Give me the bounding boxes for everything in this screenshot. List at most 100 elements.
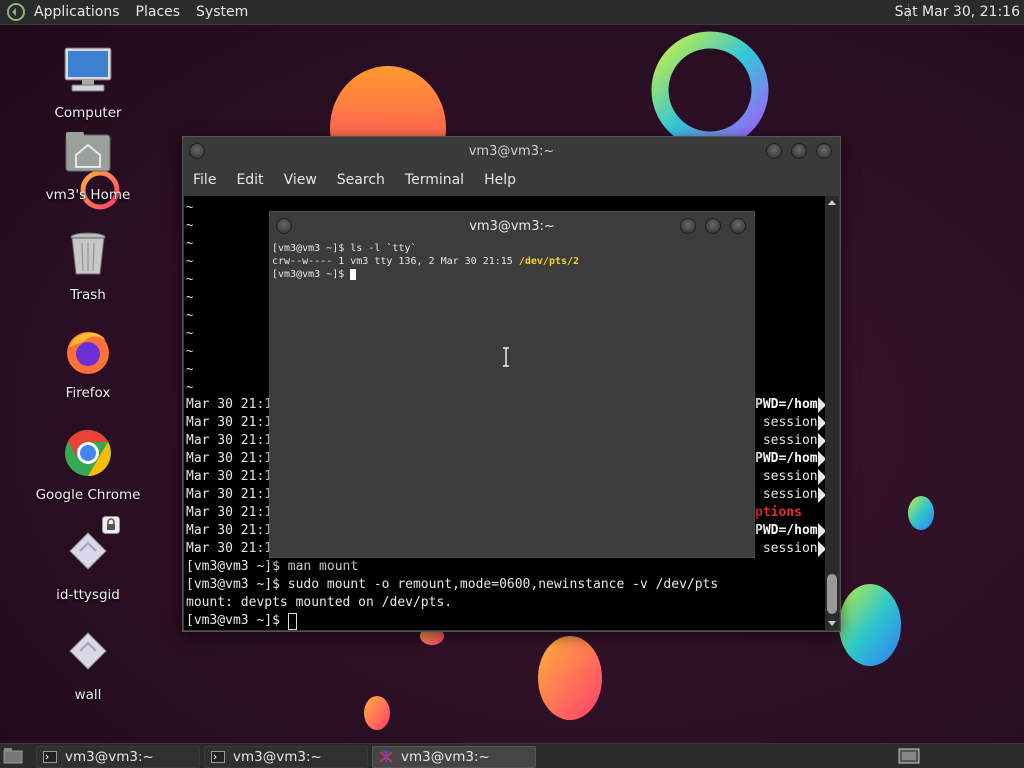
taskbar-item-label: vm3@vm3:~	[233, 749, 322, 765]
log-row-timestamp: Mar 30 21:1	[186, 487, 273, 502]
taskbar-item[interactable]: vm3@vm3:~	[36, 746, 200, 768]
log-row-tail: session	[755, 487, 818, 502]
orange-blob	[538, 636, 602, 720]
shell-area: [vm3@vm3 ~]$ man mount [vm3@vm3 ~]$ sudo…	[186, 558, 718, 630]
maximize-button[interactable]	[791, 143, 807, 159]
lock-icon	[102, 516, 120, 534]
log-row-timestamp: Mar 30 21:1	[186, 505, 273, 520]
bottom-panel: vm3@vm3:~ vm3@vm3:~ vm3@vm3:~	[0, 743, 1024, 768]
desktop-icon-label: wall	[74, 687, 102, 703]
top-panel: Applications Places System Sat Mar 30, 2…	[0, 0, 1024, 25]
desktop-icon-label: vm3's Home	[45, 187, 131, 203]
vim-tilde-row: ~	[186, 200, 194, 214]
green-blue-blob	[839, 584, 901, 666]
home-folder-icon	[65, 132, 111, 172]
text-cursor-icon	[503, 347, 509, 367]
vim-tilde-row: ~	[186, 290, 194, 304]
desktop-icon-label: Computer	[54, 105, 122, 121]
clock[interactable]: Sat Mar 30, 21:16	[895, 4, 1020, 20]
front-terminal-window[interactable]: vm3@vm3:~ [vm3@vm3 ~]$ ls -l `tty` crw--…	[269, 211, 755, 558]
log-row-timestamp: Mar 30 21:1	[186, 469, 273, 484]
desktop-icon-computer[interactable]: Computer	[28, 45, 148, 121]
window-titlebar[interactable]: vm3@vm3:~	[270, 212, 754, 240]
close-button[interactable]	[816, 143, 832, 159]
show-desktop-icon[interactable]	[3, 747, 23, 765]
log-row-timestamp: Mar 30 21:1	[186, 433, 273, 448]
desktop-icon-label: Trash	[70, 287, 106, 303]
trash-icon	[70, 232, 106, 275]
window-menu-button[interactable]	[276, 218, 292, 234]
vim-tilde-row: ~	[186, 272, 194, 286]
log-row-timestamp: Mar 30 21:1	[186, 415, 273, 430]
desktop-icon-wall[interactable]: wall	[28, 627, 148, 703]
desktop-icon-trash[interactable]: Trash	[28, 227, 148, 303]
log-row-tail: PWD=/hom	[755, 397, 818, 412]
log-row-tail: session	[755, 469, 818, 484]
menu-terminal[interactable]: Terminal	[395, 172, 474, 188]
vim-tilde-row: ~	[186, 308, 194, 322]
computer-icon	[64, 47, 112, 92]
vim-tilde-row: ~	[186, 344, 194, 358]
device-path: /dev/pts/2	[518, 256, 580, 267]
desktop-icon-firefox[interactable]: Firefox	[28, 325, 148, 401]
close-button[interactable]	[730, 218, 746, 234]
terminal-cursor	[287, 612, 297, 630]
vim-tilde-row: ~	[186, 236, 194, 250]
orange-blob	[364, 696, 390, 730]
window-menu-button[interactable]	[189, 143, 205, 159]
window-titlebar[interactable]: vm3@vm3:~	[183, 137, 840, 165]
workspace-switcher-icon[interactable]	[898, 748, 920, 764]
shell-prompt: [vm3@vm3 ~]$	[272, 269, 351, 280]
terminal-cursor	[350, 269, 357, 280]
menu-file[interactable]: File	[183, 172, 226, 188]
menu-help[interactable]: Help	[474, 172, 526, 188]
desktop-icon-id-ttysgid[interactable]: id-ttysgid	[28, 516, 148, 603]
applications-menu[interactable]: Applications	[26, 4, 128, 20]
desktop-icon-label: id-ttysgid	[56, 587, 120, 603]
vim-tilde-area: ~ ~ ~ ~ ~ ~ ~ ~ ~ ~ ~	[186, 198, 193, 396]
scroll-up-arrow[interactable]	[828, 200, 836, 205]
terminal-menubar: File Edit View Search Terminal Help	[183, 165, 840, 195]
vim-tilde-row: ~	[186, 362, 194, 376]
menu-edit[interactable]: Edit	[226, 172, 273, 188]
shell-line: crw--w---- 1 vm3 tty 136, 2 Mar 30 21:15	[272, 256, 519, 267]
taskbar-item-active[interactable]: vm3@vm3:~	[372, 746, 536, 768]
window-title: vm3@vm3:~	[468, 143, 555, 159]
desktop-icon-chrome[interactable]: Google Chrome	[28, 427, 148, 503]
log-row-timestamp: Mar 30 21:1	[186, 451, 273, 466]
places-menu[interactable]: Places	[128, 4, 189, 20]
system-menu[interactable]: System	[188, 4, 256, 20]
scroll-thumb[interactable]	[827, 574, 837, 614]
vim-tilde-row: ~	[186, 218, 194, 232]
log-row-tail: PWD=/hom	[755, 523, 818, 538]
shell-line: mount: devpts mounted on /dev/pts.	[186, 595, 453, 610]
desktop-icon-home[interactable]: vm3's Home	[28, 127, 148, 203]
log-row-tail: session	[755, 541, 818, 556]
maximize-button[interactable]	[705, 218, 721, 234]
scroll-down-arrow[interactable]	[828, 621, 836, 626]
taskbar-item-label: vm3@vm3:~	[65, 749, 154, 765]
menu-search[interactable]: Search	[327, 172, 395, 188]
minimize-button[interactable]	[766, 143, 782, 159]
script-file-icon	[69, 532, 107, 570]
terminal-icon	[43, 751, 57, 763]
taskbar-item[interactable]: vm3@vm3:~	[204, 746, 368, 768]
script-file-icon	[69, 632, 107, 670]
log-row-tail: ptions	[755, 505, 802, 520]
vim-tilde-row: ~	[186, 326, 194, 340]
shell-line: [vm3@vm3 ~]$ ls -l `tty`	[272, 243, 417, 254]
scrollbar[interactable]	[825, 196, 839, 630]
firefox-icon	[67, 332, 109, 374]
vim-tilde-row: ~	[186, 254, 194, 268]
log-row-tail: session	[755, 415, 818, 430]
shell-line: [vm3@vm3 ~]$ man mount	[186, 559, 359, 574]
rainbow-ring	[651, 31, 769, 149]
vim-tilde-row: ~	[186, 380, 194, 394]
menu-view[interactable]: View	[274, 172, 327, 188]
minimize-button[interactable]	[680, 218, 696, 234]
terminal-icon	[211, 751, 225, 763]
mate-logo-icon[interactable]	[6, 2, 26, 22]
terminal-screen[interactable]: [vm3@vm3 ~]$ ls -l `tty` crw--w---- 1 vm…	[271, 240, 754, 557]
log-row-timestamp: Mar 30 21:1	[186, 523, 273, 538]
desktop-icon-label: Google Chrome	[35, 487, 141, 503]
